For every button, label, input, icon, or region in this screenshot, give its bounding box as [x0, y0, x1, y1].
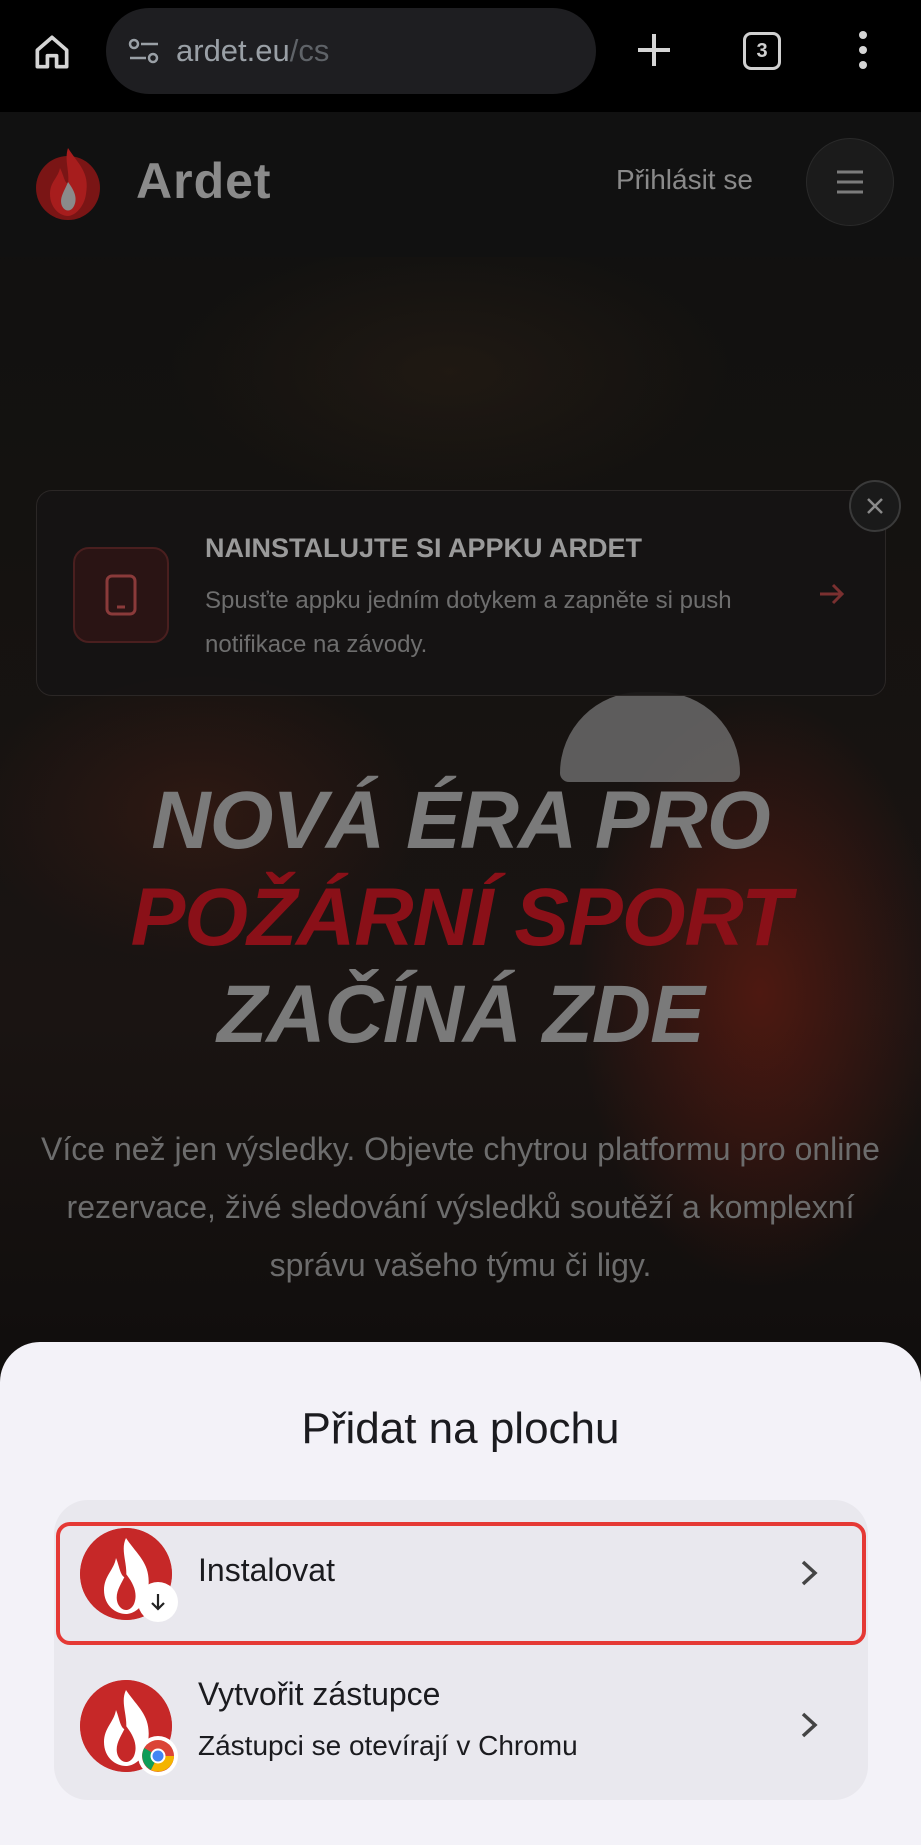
chevron-right-icon — [801, 1560, 818, 1586]
download-badge-icon — [138, 1582, 178, 1622]
brand-name[interactable]: Ardet — [136, 152, 272, 210]
ardet-logo-icon[interactable] — [34, 142, 102, 222]
install-label: Instalovat — [198, 1552, 335, 1588]
hero-background-image — [560, 692, 740, 782]
arrow-right-icon[interactable] — [817, 579, 847, 609]
create-shortcut-label: Vytvořit zástupce — [198, 1676, 441, 1712]
new-tab-icon[interactable] — [634, 30, 674, 70]
login-link[interactable]: Přihlásit se — [616, 164, 753, 196]
phone-icon — [73, 547, 169, 643]
more-vert-icon[interactable] — [856, 30, 870, 70]
add-to-home-sheet: Přidat na plochu Instalovat Vytvořit zás… — [0, 1342, 921, 1845]
banner-title: NAINSTALUJTE SI APPKU ARDET — [205, 533, 643, 563]
hero-description: Více než jen výsledky. Objevte chytrou p… — [41, 1131, 880, 1283]
create-shortcut-option[interactable]: Vytvořit zástupce Zástupci se otevírají … — [54, 1650, 868, 1796]
hero-line-2: POŽÁRNÍ SPORT — [130, 872, 792, 963]
hero-heading: NOVÁ ÉRA PRO POŽÁRNÍ SPORT ZAČÍNÁ ZDE — [0, 772, 921, 1063]
site-settings-icon[interactable] — [126, 35, 162, 67]
url-path: /cs — [289, 33, 330, 68]
create-shortcut-sublabel: Zástupci se otevírají v Chromu — [198, 1730, 578, 1761]
sheet-options: Instalovat Vytvořit zástupce Zástupci se… — [54, 1500, 868, 1800]
chevron-right-icon — [801, 1712, 818, 1738]
address-bar[interactable]: ardet.eu/cs — [106, 8, 596, 94]
close-banner-button[interactable] — [849, 480, 901, 532]
banner-description: Spusťte appku jedním dotykem a zapněte s… — [205, 587, 732, 658]
site-header: Ardet Přihlásit se — [0, 112, 921, 257]
hamburger-icon — [837, 170, 863, 194]
browser-toolbar: ardet.eu/cs 3 — [0, 0, 921, 112]
menu-button[interactable] — [806, 138, 894, 226]
hero-line-3: ZAČÍNÁ ZDE — [217, 969, 705, 1060]
install-option[interactable]: Instalovat — [54, 1500, 868, 1646]
sheet-title: Přidat na plochu — [301, 1404, 620, 1453]
hero-line-1: NOVÁ ÉRA PRO — [151, 775, 770, 866]
home-icon[interactable] — [30, 30, 74, 74]
url-host: ardet.eu — [176, 33, 290, 68]
chrome-icon — [138, 1736, 178, 1776]
install-app-banner[interactable]: NAINSTALUJTE SI APPKU ARDET Spusťte appk… — [36, 490, 886, 696]
tab-switcher-button[interactable]: 3 — [743, 32, 781, 70]
close-icon — [867, 498, 883, 514]
